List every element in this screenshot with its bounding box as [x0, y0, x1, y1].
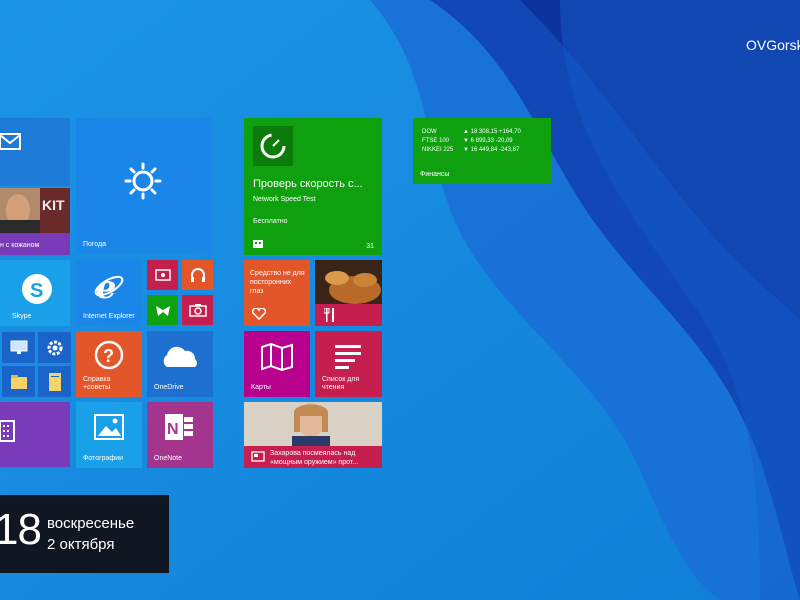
finance-index-value: ▲ 18 308,15 +164,70: [463, 129, 521, 135]
tile-label: Список для чтения: [322, 376, 360, 391]
finance-index-name: DOW: [422, 129, 437, 135]
document-icon: [49, 373, 61, 391]
lock-clock: 18 воскресенье 2 октября: [0, 495, 169, 573]
finance-row: FTSE 100 ▼ 6 899,33 -20,09: [422, 138, 513, 145]
onenote-icon: N: [165, 414, 193, 440]
gear-icon: [47, 340, 63, 356]
news-headline: Захарова посмеялась над «мощным оружием»…: [270, 450, 359, 466]
tile-video[interactable]: [147, 260, 178, 290]
camera-icon: [189, 304, 207, 317]
finance-row: DOW ▲ 18 308,15 +164,70: [422, 129, 521, 136]
tile-health[interactable]: Средство не для посторонних глаз: [244, 260, 310, 326]
news-icon: [251, 451, 265, 462]
tile-label: Погода: [83, 241, 107, 248]
video-icon: [155, 269, 171, 281]
tile-news-person[interactable]: KIT н с кожаном: [0, 188, 70, 255]
clock-day: воскресенье: [47, 515, 135, 532]
map-icon: [261, 343, 293, 371]
tile-internet-explorer[interactable]: e Internet Explorer: [76, 260, 142, 326]
svg-text:?: ?: [103, 346, 114, 366]
speedtest-price: Бесплатно: [253, 218, 288, 225]
tile-skype[interactable]: S Skype: [0, 260, 70, 326]
sun-icon: [124, 162, 162, 200]
tile-calculator[interactable]: [0, 402, 70, 467]
question-icon: ?: [94, 340, 124, 370]
tile-label: Internet Explorer: [83, 313, 135, 320]
store-icon: [253, 240, 263, 248]
folder-icon: [11, 375, 27, 389]
tile-food[interactable]: [315, 260, 382, 326]
tile-documents[interactable]: [38, 366, 71, 397]
tile-label: OneNote: [154, 455, 183, 462]
finance-index-value: ▼ 6 899,33 -20,09: [463, 138, 513, 144]
tile-news[interactable]: Захарова посмеялась над «мощным оружием»…: [244, 402, 382, 468]
monitor-icon: [10, 340, 28, 354]
tile-label: Справка +советы: [83, 376, 111, 391]
tile-help-tips[interactable]: ? Справка +советы: [76, 331, 142, 397]
headphones-icon: [191, 268, 205, 282]
svg-text:KIT: KIT: [42, 197, 65, 213]
tile-label: Фотографии: [83, 455, 124, 462]
tile-mail[interactable]: [0, 118, 70, 186]
heart-icon: [252, 308, 266, 320]
user-name[interactable]: OVGorsk: [746, 37, 800, 53]
svg-text:N: N: [167, 421, 179, 438]
speedtest-subtitle: Network Speed Test: [253, 196, 316, 203]
speedtest-logo: [253, 126, 293, 166]
finance-index-name: NIKKEI 225: [422, 147, 454, 153]
internet-explorer-icon: e: [94, 270, 124, 302]
tile-label: Skype: [12, 313, 32, 320]
tile-label: н с кожаном: [0, 242, 40, 249]
tile-reading-list[interactable]: Список для чтения: [315, 331, 382, 397]
calculator-icon: [0, 420, 15, 442]
tile-finance[interactable]: DOW ▲ 18 308,15 +164,70 FTSE 100 ▼ 6 899,3…: [413, 118, 551, 184]
clock-date: 2 октября: [47, 536, 115, 553]
news-photo: [244, 402, 382, 446]
tile-maps[interactable]: Карты: [244, 331, 310, 397]
speedtest-count: 31: [366, 243, 374, 250]
tile-settings[interactable]: [38, 332, 71, 363]
gamepad-icon: [156, 306, 170, 316]
clock-time: 18: [0, 505, 42, 554]
photo-icon: [94, 414, 124, 440]
tile-onenote[interactable]: N OneNote: [147, 402, 213, 468]
reading-list-icon: [335, 345, 361, 369]
finance-index-name: FTSE 100: [422, 138, 450, 144]
speedtest-title: Проверь скорость с...: [253, 178, 363, 190]
tile-weather[interactable]: Погода: [76, 118, 212, 254]
finance-index-value: ▼ 16 449,84 -243,87: [463, 147, 520, 153]
skype-icon: S: [22, 274, 52, 304]
tile-label: Карты: [251, 384, 271, 391]
tile-explorer[interactable]: [2, 366, 35, 397]
tile-games[interactable]: [147, 295, 178, 325]
speedometer-icon: [260, 133, 286, 159]
mail-icon: [0, 133, 21, 150]
tile-label: Средство не для посторонних глаз: [250, 270, 305, 295]
tile-label: Финансы: [420, 171, 450, 178]
finance-row: NIKKEI 225 ▼ 16 449,84 -243,87: [422, 147, 519, 154]
tile-music[interactable]: [182, 260, 213, 290]
news-photo: KIT: [0, 188, 70, 233]
cloud-icon: [163, 346, 197, 367]
tile-label: OneDrive: [154, 384, 184, 391]
tile-speedtest[interactable]: Проверь скорость с... Network Speed Test…: [244, 118, 382, 255]
tile-camera[interactable]: [182, 295, 213, 325]
tile-desktop[interactable]: [2, 332, 35, 363]
tile-photos[interactable]: Фотографии: [76, 402, 142, 468]
tile-onedrive[interactable]: OneDrive: [147, 331, 213, 397]
fork-knife-icon: [324, 308, 334, 322]
svg-text:S: S: [30, 280, 43, 302]
